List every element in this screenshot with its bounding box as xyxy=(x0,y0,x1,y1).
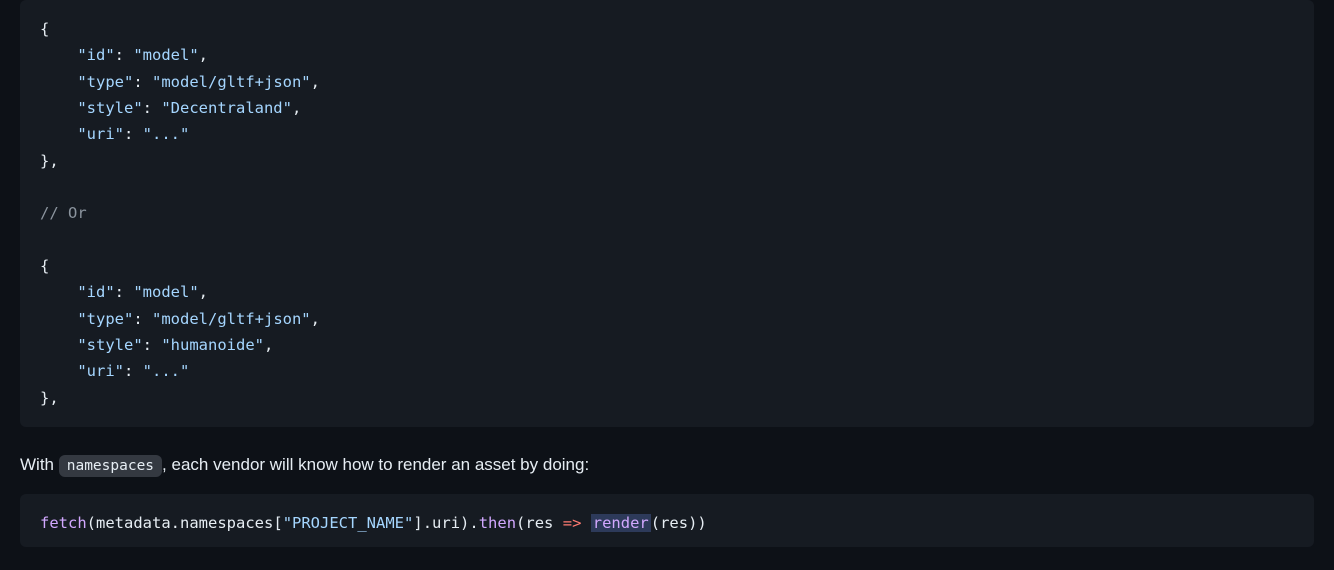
code-line: }, xyxy=(40,148,1294,174)
prose-text-after: , each vendor will know how to render an… xyxy=(162,455,589,474)
json-key-id: "id" xyxy=(77,283,114,301)
code-line: "id": "model", xyxy=(40,42,1294,68)
json-key-type: "type" xyxy=(77,73,133,91)
ident-uri: uri xyxy=(432,514,460,532)
json-value: "model" xyxy=(133,46,198,64)
code-line: "uri": "..." xyxy=(40,121,1294,147)
json-key-id: "id" xyxy=(77,46,114,64)
param-res: res xyxy=(525,514,553,532)
json-value: "model/gltf+json" xyxy=(152,73,311,91)
brace-close: }, xyxy=(40,152,59,170)
json-value: "Decentraland" xyxy=(161,99,292,117)
json-key-style: "style" xyxy=(77,336,142,354)
json-value: "humanoide" xyxy=(161,336,264,354)
prose-text-before: With xyxy=(20,455,59,474)
brace-close: }, xyxy=(40,389,59,407)
fn-render-highlighted: render xyxy=(591,514,651,532)
fn-fetch: fetch xyxy=(40,514,87,532)
code-line: { xyxy=(40,16,1294,42)
code-line: "type": "model/gltf+json", xyxy=(40,69,1294,95)
code-line: "type": "model/gltf+json", xyxy=(40,306,1294,332)
code-line: "style": "humanoide", xyxy=(40,332,1294,358)
code-line-blank xyxy=(40,227,1294,253)
json-value: "..." xyxy=(143,125,190,143)
json-value: "model/gltf+json" xyxy=(152,310,311,328)
code-line: "uri": "..." xyxy=(40,358,1294,384)
code-line: "id": "model", xyxy=(40,279,1294,305)
code-line-comment: // Or xyxy=(40,200,1294,226)
code-line-blank xyxy=(40,174,1294,200)
code-line: { xyxy=(40,253,1294,279)
code-block-fetch-example: fetch(metadata.namespaces["PROJECT_NAME"… xyxy=(20,494,1314,546)
arrow-fn: => xyxy=(563,514,582,532)
inline-code-namespaces: namespaces xyxy=(59,455,162,477)
code-block-json-examples: { "id": "model", "type": "model/gltf+jso… xyxy=(20,0,1314,427)
comment-or: // Or xyxy=(40,204,87,222)
json-key-uri: "uri" xyxy=(77,125,124,143)
code-line: }, xyxy=(40,385,1294,411)
fn-then: then xyxy=(479,514,516,532)
json-value: "model" xyxy=(133,283,198,301)
ident-metadata: metadata xyxy=(96,514,171,532)
string-project-name: "PROJECT_NAME" xyxy=(283,514,414,532)
brace-open: { xyxy=(40,20,49,38)
json-key-style: "style" xyxy=(77,99,142,117)
brace-open: { xyxy=(40,257,49,275)
code-line: "style": "Decentraland", xyxy=(40,95,1294,121)
arg-res: res xyxy=(660,514,688,532)
json-value: "..." xyxy=(143,362,190,380)
code-line: fetch(metadata.namespaces["PROJECT_NAME"… xyxy=(40,510,1294,536)
json-key-type: "type" xyxy=(77,310,133,328)
ident-namespaces: namespaces xyxy=(180,514,273,532)
json-key-uri: "uri" xyxy=(77,362,124,380)
explanation-paragraph: With namespaces, each vendor will know h… xyxy=(0,443,1334,494)
